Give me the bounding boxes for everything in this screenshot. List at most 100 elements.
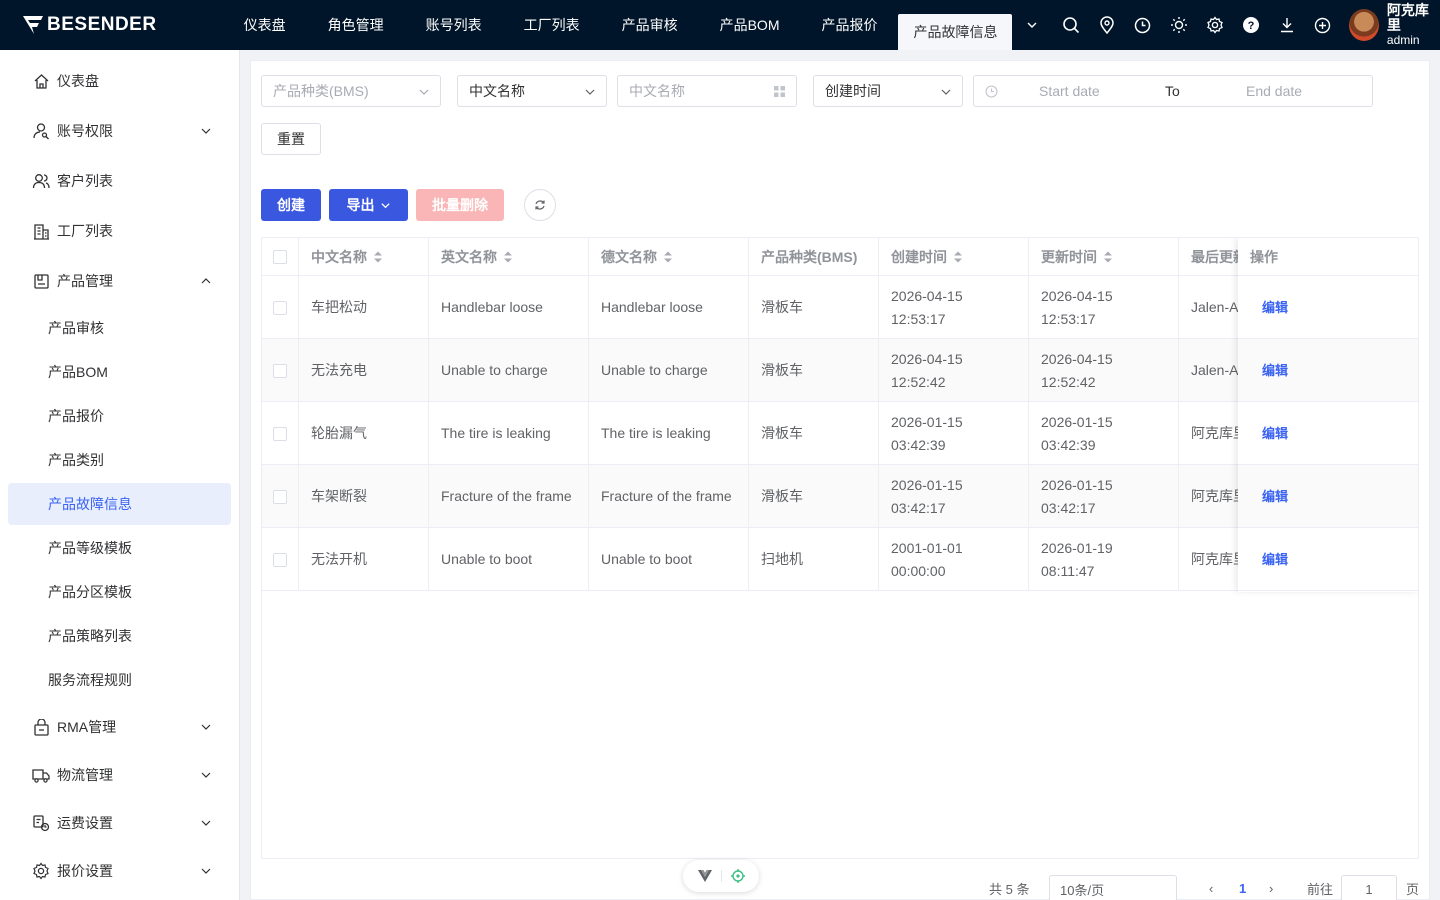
column-header-updated[interactable]: 更新时间 [1029,238,1179,276]
top-nav-item[interactable]: 产品审核 [601,0,699,50]
name-language-select[interactable]: 中文名称 [457,75,607,107]
sidebar-item-freight-settings[interactable]: 运费设置 [0,799,240,847]
search-icon[interactable] [1053,0,1089,50]
created-date: 2001-01-01 [891,539,963,556]
top-nav-item[interactable]: 角色管理 [307,0,405,50]
goto-page-input[interactable]: 1 [1341,875,1397,900]
page-size-select[interactable]: 10条/页 [1049,875,1177,900]
prev-page-button[interactable]: ‹ [1209,873,1213,900]
sidebar-item-account-permissions[interactable]: 账号权限 [0,107,240,155]
chevron-down-icon [585,89,595,95]
floating-devtools[interactable] [683,860,759,892]
sidebar-subitem[interactable]: 产品BOM [8,351,231,393]
column-header-en[interactable]: 英文名称 [429,238,589,276]
reset-button[interactable]: 重置 [261,123,321,155]
svg-text:?: ? [1247,20,1254,32]
batch-delete-button[interactable]: 批量删除 [416,189,504,221]
updated-time: 12:52:42 [1041,373,1096,390]
logo-icon [23,16,43,34]
sidebar-item-product-management[interactable]: 产品管理 [0,257,240,305]
column-header-type: 产品种类(BMS) [749,238,879,276]
sidebar-item-rma[interactable]: RMA管理 [0,703,240,751]
download-icon[interactable] [1269,0,1305,50]
sidebar-subitem[interactable]: 产品报价 [8,395,231,437]
select-all-checkbox[interactable] [273,250,287,264]
sidebar-item-logistics[interactable]: 物流管理 [0,751,240,799]
column-header-cn[interactable]: 中文名称 [299,238,429,276]
sidebar-item-customers[interactable]: 客户列表 [0,157,240,205]
clock-icon[interactable] [1125,0,1161,50]
nav-more-button[interactable] [1012,0,1050,50]
cell-cn: 车架断裂 [299,465,429,528]
top-nav-item[interactable]: 产品故障信息 [898,14,1013,50]
column-header-de[interactable]: 德文名称 [589,238,749,276]
sidebar-item-factories[interactable]: 工厂列表 [0,207,240,255]
sun-icon[interactable] [1161,0,1197,50]
divider [720,870,722,882]
top-bar: BESENDER 仪表盘 角色管理 账号列表 工厂列表 产品审核 产品BOM 产品报价 产品故… [0,0,1440,50]
date-range-picker[interactable]: Start date To End date [973,75,1373,107]
column-label: 操作 [1250,248,1278,265]
user-key-icon [32,122,50,140]
location-icon[interactable] [1089,0,1125,50]
column-label: 中文名称 [311,249,367,265]
row-checkbox[interactable] [273,552,287,567]
edit-link[interactable]: 编辑 [1262,359,1288,382]
cell-actions: 编辑 [1238,402,1418,465]
updated-date: 2026-01-15 [1041,413,1113,430]
time-type-value: 创建时间 [825,83,881,99]
sidebar-subitem[interactable]: 产品分区模板 [8,571,231,613]
cell-text: The tire is leaking [441,425,551,441]
plus-circle-icon[interactable] [1305,0,1341,50]
top-nav-item[interactable]: 仪表盘 [230,0,307,50]
create-button[interactable]: 创建 [261,189,321,221]
edit-link[interactable]: 编辑 [1262,296,1288,319]
sidebar-subitem[interactable]: 产品等级模板 [8,527,231,569]
sidebar-subitem[interactable]: 产品审核 [8,307,231,349]
brand-name: BESENDER [47,14,157,35]
chevron-down-icon [201,724,211,730]
time-type-select[interactable]: 创建时间 [813,75,963,107]
edit-link[interactable]: 编辑 [1262,422,1288,445]
start-date-input[interactable]: Start date [1039,83,1100,99]
refresh-button[interactable] [524,189,556,221]
edit-link[interactable]: 编辑 [1262,548,1288,571]
row-checkbox[interactable] [273,363,287,378]
sidebar-subitem[interactable]: 产品策略列表 [8,615,231,657]
top-nav-item[interactable]: 产品BOM [699,0,801,50]
updated-datetime: 2026-01-15 03:42:17 [1041,474,1113,520]
top-nav-item[interactable]: 产品报价 [800,0,898,50]
updated-datetime: 2026-04-15 12:53:17 [1041,285,1113,331]
column-header-created[interactable]: 创建时间 [879,238,1029,276]
column-header-actions: 操作 [1238,238,1418,276]
row-checkbox[interactable] [273,300,287,315]
sidebar-item-quote-settings[interactable]: 报价设置 [0,847,240,895]
row-select-cell [262,339,299,402]
next-page-button[interactable]: › [1269,873,1273,900]
cell-text: Fracture of the frame [601,488,732,504]
brand-logo[interactable]: BESENDER [0,0,230,50]
edit-link[interactable]: 编辑 [1262,485,1288,508]
sidebar-subitem[interactable]: 服务流程规则 [8,659,231,701]
row-checkbox[interactable] [273,489,287,504]
top-nav-item[interactable]: 账号列表 [405,0,503,50]
sidebar-item-dashboard[interactable]: 仪表盘 [0,57,240,105]
sidebar-subitem[interactable]: 产品故障信息 [8,483,231,525]
cell-type: 滑板车 [749,339,879,402]
column-label: 产品种类(BMS) [761,249,858,265]
sidebar-item-label: 账号权限 [57,123,113,139]
created-date: 2026-04-15 [891,287,963,304]
export-button[interactable]: 导出 [329,189,408,221]
row-checkbox[interactable] [273,426,287,441]
sidebar-subitem[interactable]: 产品类别 [8,439,231,481]
end-date-input[interactable]: End date [1246,83,1302,99]
page-number-current[interactable]: 1 [1239,873,1246,900]
gear-icon[interactable] [1197,0,1233,50]
top-nav-item[interactable]: 工厂列表 [503,0,601,50]
help-icon[interactable]: ? [1233,0,1269,50]
name-search-input[interactable]: 中文名称 [617,75,797,107]
product-type-select[interactable]: 产品种类(BMS) [261,75,441,107]
rma-icon [32,718,50,736]
user-menu[interactable]: 阿克库里 admin [1348,2,1440,48]
chevron-up-icon [201,278,211,284]
